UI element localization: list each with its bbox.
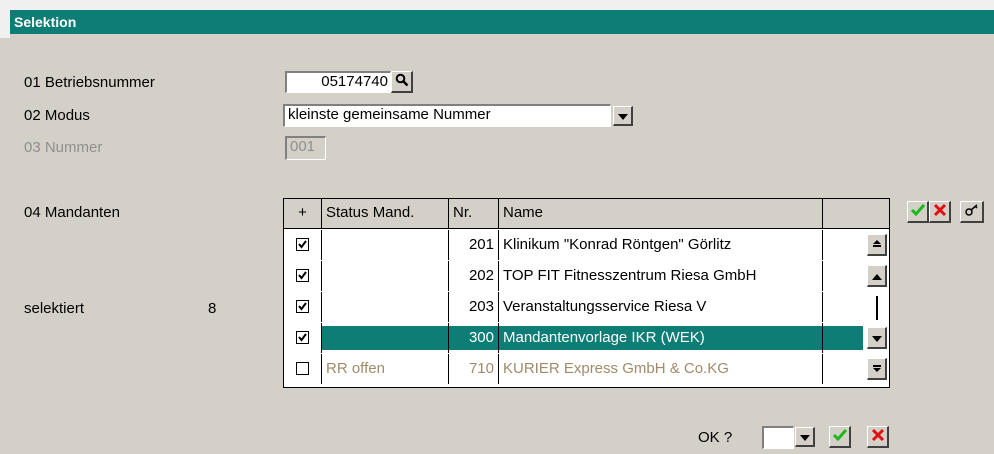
scroll-up-icon [871, 267, 882, 284]
dropdown-arrow-icon [799, 428, 810, 445]
modus-select[interactable]: kleinste gemeinsame Nummer [283, 104, 611, 127]
ok-confirm-button[interactable] [829, 426, 851, 448]
check-icon [910, 203, 926, 221]
betriebsnummer-input[interactable]: 05174740 [285, 71, 391, 93]
scroll-top-button[interactable] [867, 234, 887, 256]
nummer-label: 03 Nummer [24, 139, 103, 156]
row-nr: 201 [449, 230, 499, 260]
betriebsnummer-label: 01 Betriebsnummer [24, 74, 155, 91]
vertical-scrollbar[interactable] [864, 230, 889, 387]
row-name: KURIER Express GmbH & Co.KG [499, 354, 823, 384]
row-nr: 202 [449, 261, 499, 291]
row-checkbox[interactable] [284, 354, 322, 384]
key-button[interactable] [960, 201, 984, 223]
scroll-top-icon [872, 236, 882, 253]
selektiert-label: selektiert [24, 300, 85, 317]
table-row[interactable]: 201 Klinikum "Konrad Röntgen" Görlitz [284, 230, 864, 260]
column-header-name[interactable]: Name [499, 199, 823, 228]
table-row[interactable]: 300 Mandantenvorlage IKR (WEK) [284, 323, 864, 353]
row-nr: 710 [449, 354, 499, 384]
row-checkbox[interactable] [284, 292, 322, 322]
table-row[interactable]: 203 Veranstaltungsservice Riesa V [284, 292, 864, 322]
row-status [322, 292, 449, 322]
ok-cancel-button[interactable] [867, 426, 889, 448]
scroll-up-button[interactable] [867, 265, 887, 287]
scroll-bottom-button[interactable] [867, 358, 887, 380]
table-row[interactable]: 202 TOP FIT Fitnesszentrum Riesa GmbH [284, 261, 864, 291]
table-row[interactable]: RR offen 710 KURIER Express GmbH & Co.KG [284, 354, 864, 384]
row-status [322, 230, 449, 260]
modus-dropdown-button[interactable] [613, 106, 633, 126]
mandanten-table: + Status Mand. Nr. Name 201 Klinikum "Kon… [283, 198, 890, 388]
column-header-status[interactable]: Status Mand. [322, 199, 449, 228]
table-header: + Status Mand. Nr. Name [284, 199, 889, 229]
row-checkbox[interactable] [284, 323, 322, 353]
key-icon [964, 203, 980, 221]
scroll-thumb[interactable] [876, 296, 878, 320]
column-header-blank [823, 199, 889, 228]
dropdown-arrow-icon [617, 107, 628, 124]
row-checkbox[interactable] [284, 261, 322, 291]
checkbox-icon [296, 268, 309, 282]
title-area: Selektion [0, 0, 994, 38]
modus-label: 02 Modus [24, 107, 90, 124]
ok-label: OK ? [698, 429, 733, 446]
column-header-plus[interactable]: + [284, 199, 322, 228]
cross-icon [871, 428, 885, 446]
scroll-down-icon [871, 329, 882, 346]
checkbox-icon [296, 330, 309, 344]
selection-panel: 01 Betriebsnummer 05174740 02 Modus klei… [10, 34, 994, 454]
reject-button[interactable] [929, 201, 951, 223]
column-header-nr[interactable]: Nr. [449, 199, 499, 228]
row-status [322, 323, 449, 353]
window-title: Selektion [10, 10, 994, 34]
row-name: Veranstaltungsservice Riesa V [499, 292, 823, 322]
row-checkbox[interactable] [284, 230, 322, 260]
search-icon [395, 73, 409, 91]
search-button[interactable] [391, 71, 413, 93]
scroll-bottom-icon [872, 360, 882, 377]
mandanten-label: 04 Mandanten [24, 204, 120, 221]
row-status [322, 261, 449, 291]
checkbox-icon [296, 361, 309, 375]
check-icon [832, 428, 848, 446]
nummer-input: 001 [285, 136, 326, 160]
row-name: Klinikum "Konrad Röntgen" Görlitz [499, 230, 823, 260]
scroll-down-button[interactable] [867, 327, 887, 349]
accept-button[interactable] [907, 201, 929, 223]
cross-icon [933, 203, 947, 221]
selektiert-count: 8 [208, 300, 217, 317]
ok-input[interactable] [762, 426, 794, 449]
checkbox-icon [296, 299, 309, 313]
row-name: TOP FIT Fitnesszentrum Riesa GmbH [499, 261, 823, 291]
row-nr: 300 [449, 323, 499, 353]
row-name: Mandantenvorlage IKR (WEK) [499, 323, 823, 353]
row-status: RR offen [322, 354, 449, 384]
ok-dropdown-button[interactable] [795, 427, 815, 447]
checkbox-icon [296, 237, 309, 251]
row-nr: 203 [449, 292, 499, 322]
